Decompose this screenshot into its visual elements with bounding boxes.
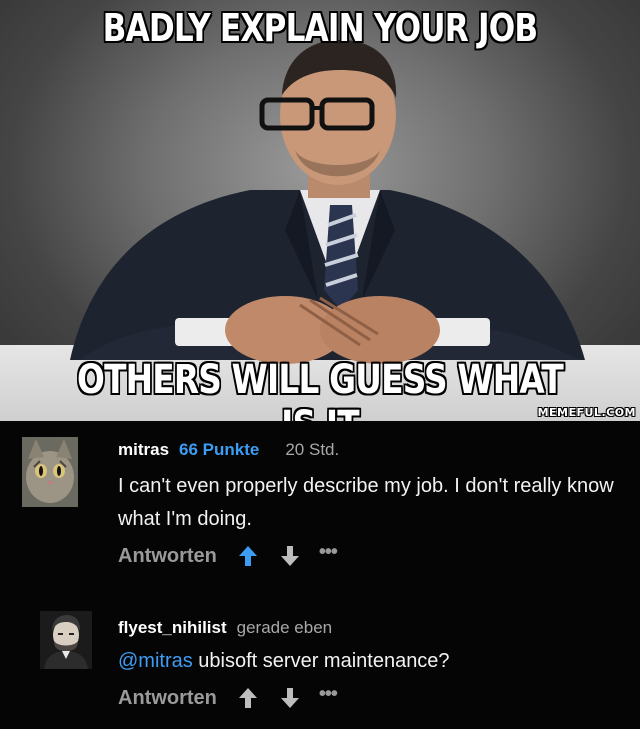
timestamp: gerade eben [236,618,333,637]
meme-bottom-caption: OTHERS WILL GUESS WHAT IS IT [77,357,564,421]
meme-image: BADLY EXPLAIN YOUR JOB OTHERS WILL GUESS… [0,0,640,421]
comment-body: mitras 66 Punkte 20 Std. I can't even prop… [118,437,628,571]
upvote-icon[interactable] [233,683,263,713]
more-options-icon[interactable]: ••• [319,684,338,712]
timestamp: 20 Std. [285,440,340,459]
comment-meta: flyest_nihilist gerade eben [118,615,628,641]
comment-section: mitras 66 Punkte 20 Std. I can't even prop… [0,421,640,729]
portrait-avatar-icon[interactable] [40,611,92,669]
upvote-icon[interactable] [233,541,263,571]
user-mention-link[interactable]: @mitras [118,650,193,672]
comment-actions: Antworten ••• [118,541,628,571]
more-options-icon[interactable]: ••• [319,542,338,570]
points-badge: 66 Punkte [179,440,260,459]
reply-button[interactable]: Antworten [118,545,217,568]
username[interactable]: mitras [118,440,169,459]
cat-avatar-icon[interactable] [22,437,78,507]
comment-meta: mitras 66 Punkte 20 Std. [118,437,628,463]
comment-text: I can't even properly describe my job. I… [118,475,614,530]
comment-body: flyest_nihilist gerade eben @mitras ubiso… [118,615,628,713]
comment-actions: Antworten ••• [118,683,628,713]
downvote-icon[interactable] [275,541,305,571]
reply-button[interactable]: Antworten [118,687,217,710]
username[interactable]: flyest_nihilist [118,618,227,637]
comment-text: @mitras ubisoft server maintenance? [118,645,628,678]
downvote-icon[interactable] [275,683,305,713]
comment-text-body: ubisoft server maintenance? [192,650,450,672]
meme-top-caption: BADLY EXPLAIN YOUR JOB [102,6,538,50]
watermark: MEMEFUL.COM [537,406,636,419]
